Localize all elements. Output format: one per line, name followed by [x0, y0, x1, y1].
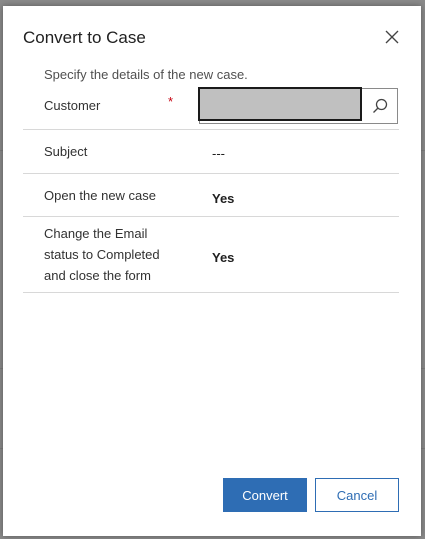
customer-search-button[interactable]: [363, 89, 397, 123]
customer-input[interactable]: [200, 89, 360, 121]
dialog-title: Convert to Case: [23, 28, 146, 47]
open-case-label: Open the new case: [44, 188, 157, 203]
required-marker: *: [168, 94, 174, 109]
open-case-row[interactable]: Open the new case Yes: [23, 174, 399, 217]
change-status-value[interactable]: Yes: [212, 250, 234, 265]
close-button[interactable]: [383, 28, 401, 46]
subject-row[interactable]: Subject ---: [23, 130, 399, 174]
change-status-row[interactable]: Change the Email status to Completed and…: [23, 217, 399, 293]
open-case-value[interactable]: Yes: [212, 191, 234, 206]
subject-label: Subject: [44, 144, 88, 159]
close-icon: [385, 30, 399, 44]
customer-lookup[interactable]: [198, 87, 398, 124]
customer-lookup-value: [198, 87, 362, 121]
dialog-description: Specify the details of the new case.: [44, 67, 248, 82]
convert-to-case-dialog: Convert to Case Specify the details of t…: [3, 6, 421, 536]
change-status-label-line2: status to Completed: [44, 247, 160, 262]
convert-button[interactable]: Convert: [223, 478, 307, 512]
cancel-button[interactable]: Cancel: [315, 478, 399, 512]
subject-value[interactable]: ---: [212, 146, 225, 161]
customer-label: Customer: [44, 98, 101, 113]
change-status-label-line1: Change the Email: [44, 226, 148, 241]
change-status-label-line3: and close the form: [44, 268, 151, 283]
search-icon: [373, 98, 388, 113]
